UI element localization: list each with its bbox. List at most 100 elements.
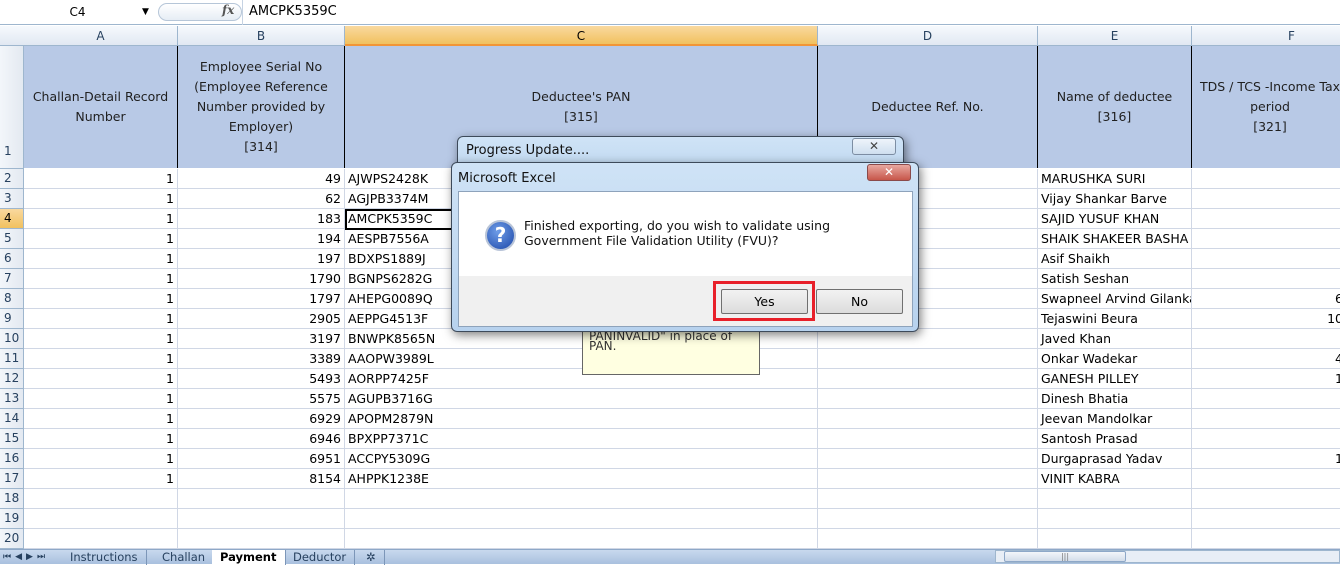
formula-input[interactable]: AMCPK5359C: [249, 1, 337, 23]
cell-e2[interactable]: MARUSHKA SURI: [1038, 169, 1192, 189]
cell-e16[interactable]: Durgaprasad Yadav: [1038, 449, 1192, 469]
row-header-12[interactable]: 12: [0, 369, 24, 389]
cell-a5[interactable]: 1: [24, 229, 178, 249]
cell-f4[interactable]: [1192, 209, 1340, 229]
cell-a14[interactable]: 1: [24, 409, 178, 429]
cell-c19[interactable]: [345, 509, 818, 529]
cell-c15[interactable]: BPXPP7371C: [345, 429, 818, 449]
name-box-dropdown-icon[interactable]: ▼: [142, 1, 149, 23]
name-box[interactable]: C4: [0, 1, 155, 23]
cell-d12[interactable]: [818, 369, 1038, 389]
close-icon[interactable]: ✕: [867, 164, 911, 181]
cell-b5[interactable]: 194: [178, 229, 345, 249]
row-header-7[interactable]: 7: [0, 269, 24, 289]
cell-a13[interactable]: 1: [24, 389, 178, 409]
row-header-18[interactable]: 18: [0, 489, 24, 509]
row-header-17[interactable]: 17: [0, 469, 24, 489]
yes-button[interactable]: Yes: [721, 289, 808, 314]
cell-d11[interactable]: [818, 349, 1038, 369]
cell-f9[interactable]: 10: [1192, 309, 1340, 329]
row-header-16[interactable]: 16: [0, 449, 24, 469]
row-header-19[interactable]: 19: [0, 509, 24, 529]
cell-f19[interactable]: [1192, 509, 1340, 529]
cell-b7[interactable]: 1790: [178, 269, 345, 289]
cell-b18[interactable]: [178, 489, 345, 509]
cell-c18[interactable]: [345, 489, 818, 509]
row-header-15[interactable]: 15: [0, 429, 24, 449]
cell-a17[interactable]: 1: [24, 469, 178, 489]
header-cell-a[interactable]: Challan-Detail Record Number: [24, 46, 178, 168]
cell-e10[interactable]: Javed Khan: [1038, 329, 1192, 349]
cell-e7[interactable]: Satish Seshan: [1038, 269, 1192, 289]
cell-e19[interactable]: [1038, 509, 1192, 529]
row-header-8[interactable]: 8: [0, 289, 24, 309]
row-header-1[interactable]: 1: [0, 46, 24, 169]
cell-d19[interactable]: [818, 509, 1038, 529]
cell-f2[interactable]: [1192, 169, 1340, 189]
column-header-a[interactable]: A: [24, 26, 178, 46]
cell-e4[interactable]: SAJID YUSUF KHAN: [1038, 209, 1192, 229]
insert-function-button[interactable]: fx: [222, 3, 234, 17]
cell-b9[interactable]: 2905: [178, 309, 345, 329]
header-cell-b[interactable]: Employee Serial No (Employee Reference Num…: [178, 46, 345, 168]
cell-a20[interactable]: [24, 529, 178, 549]
column-header-b[interactable]: B: [178, 26, 345, 46]
cell-b20[interactable]: [178, 529, 345, 549]
row-header-9[interactable]: 9: [0, 309, 24, 329]
cell-e12[interactable]: GANESH PILLEY: [1038, 369, 1192, 389]
header-cell-f[interactable]: TDS / TCS -Income Tax period [321]: [1192, 46, 1340, 168]
cell-a10[interactable]: 1: [24, 329, 178, 349]
header-cell-e[interactable]: Name of deductee [316]: [1038, 46, 1192, 168]
cell-d14[interactable]: [818, 409, 1038, 429]
cell-a18[interactable]: [24, 489, 178, 509]
cell-d13[interactable]: [818, 389, 1038, 409]
cell-e3[interactable]: Vijay Shankar Barve: [1038, 189, 1192, 209]
cell-a8[interactable]: 1: [24, 289, 178, 309]
cell-b8[interactable]: 1797: [178, 289, 345, 309]
cell-e6[interactable]: Asif Shaikh: [1038, 249, 1192, 269]
row-header-11[interactable]: 11: [0, 349, 24, 369]
cell-b10[interactable]: 3197: [178, 329, 345, 349]
cell-d10[interactable]: [818, 329, 1038, 349]
cell-a2[interactable]: 1: [24, 169, 178, 189]
cell-f10[interactable]: [1192, 329, 1340, 349]
cell-f7[interactable]: [1192, 269, 1340, 289]
cell-b4[interactable]: 183: [178, 209, 345, 229]
cell-a4[interactable]: 1: [24, 209, 178, 229]
cell-f12[interactable]: 1: [1192, 369, 1340, 389]
cell-a12[interactable]: 1: [24, 369, 178, 389]
cell-e17[interactable]: VINIT KABRA: [1038, 469, 1192, 489]
row-header-5[interactable]: 5: [0, 229, 24, 249]
close-icon[interactable]: ✕: [852, 138, 896, 155]
cell-f16[interactable]: 1: [1192, 449, 1340, 469]
cell-c13[interactable]: AGUPB3716G: [345, 389, 818, 409]
cell-d18[interactable]: [818, 489, 1038, 509]
cell-f5[interactable]: [1192, 229, 1340, 249]
cell-b17[interactable]: 8154: [178, 469, 345, 489]
cell-f20[interactable]: [1192, 529, 1340, 549]
cell-b14[interactable]: 6929: [178, 409, 345, 429]
cell-e9[interactable]: Tejaswini Beura: [1038, 309, 1192, 329]
cell-a3[interactable]: 1: [24, 189, 178, 209]
cell-e20[interactable]: [1038, 529, 1192, 549]
cell-f3[interactable]: [1192, 189, 1340, 209]
cell-f6[interactable]: [1192, 249, 1340, 269]
cell-c20[interactable]: [345, 529, 818, 549]
cell-c17[interactable]: AHPPK1238E: [345, 469, 818, 489]
cell-e14[interactable]: Jeevan Mandolkar: [1038, 409, 1192, 429]
row-header-4[interactable]: 4: [0, 209, 24, 229]
cell-f8[interactable]: 6: [1192, 289, 1340, 309]
row-header-14[interactable]: 14: [0, 409, 24, 429]
cell-e18[interactable]: [1038, 489, 1192, 509]
cell-f11[interactable]: 4: [1192, 349, 1340, 369]
row-header-13[interactable]: 13: [0, 389, 24, 409]
cell-d15[interactable]: [818, 429, 1038, 449]
column-header-f[interactable]: F: [1192, 26, 1340, 46]
column-header-c[interactable]: C: [345, 26, 818, 46]
cell-e15[interactable]: Santosh Prasad: [1038, 429, 1192, 449]
cell-f14[interactable]: [1192, 409, 1340, 429]
cell-a6[interactable]: 1: [24, 249, 178, 269]
cell-f18[interactable]: [1192, 489, 1340, 509]
cell-a16[interactable]: 1: [24, 449, 178, 469]
sheet-nav-arrows-icon[interactable]: ⏮◀▶⏭: [3, 550, 49, 564]
